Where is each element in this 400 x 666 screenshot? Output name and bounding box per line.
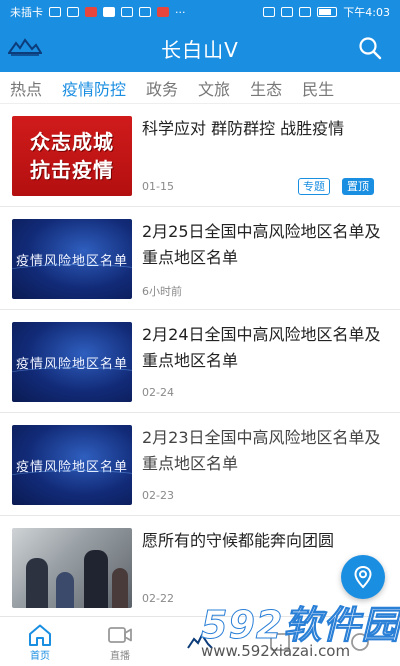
tab-hot[interactable]: 热点 bbox=[0, 76, 52, 100]
status-time: 下午4:03 bbox=[343, 6, 390, 19]
news-item[interactable]: 疫情风险地区名单 2月25日全国中高风险地区名单及重点地区名单 6小时前 bbox=[0, 207, 400, 310]
article-date: 02-23 bbox=[142, 489, 174, 502]
app-header: 长白山V bbox=[0, 24, 400, 72]
carrier-label: 未插卡 bbox=[10, 6, 43, 19]
battery-icon bbox=[317, 7, 338, 17]
vibrate-icon bbox=[299, 7, 312, 17]
thumbnail-text: 疫情风险地区名单 bbox=[15, 459, 128, 475]
nav-item-4[interactable] bbox=[240, 617, 320, 666]
news-item[interactable]: 疫情风险地区名单 2月23日全国中高风险地区名单及重点地区名单 02-23 bbox=[0, 413, 400, 516]
nav-live-label: 直播 bbox=[110, 650, 130, 662]
bluetooth-icon bbox=[281, 7, 294, 17]
thumbnail-text: 疫情风险地区名单 bbox=[15, 253, 128, 269]
video-camera-icon bbox=[108, 626, 132, 643]
nav-center-logo[interactable] bbox=[160, 617, 240, 666]
nav-item-5[interactable] bbox=[320, 617, 400, 666]
app-notification-icon bbox=[85, 7, 97, 17]
wechat-icon bbox=[121, 7, 133, 17]
message-icon bbox=[103, 7, 115, 17]
tab-ecology[interactable]: 生态 bbox=[240, 76, 292, 100]
search-icon[interactable] bbox=[358, 36, 382, 60]
image-icon bbox=[139, 7, 151, 17]
thumbnail-text: 疫情风险地区名单 bbox=[15, 356, 128, 372]
calendar-icon bbox=[157, 7, 169, 17]
pinned-badge: 置顶 bbox=[342, 178, 374, 195]
nav-live[interactable]: 直播 bbox=[80, 617, 160, 666]
news-list: 众志成城 抗击疫情 科学应对 群防群控 战胜疫情 01-15 专题 置顶 疫情风… bbox=[0, 104, 400, 616]
bottom-navigation: 首页 直播 bbox=[0, 616, 400, 666]
article-title: 科学应对 群防群控 战胜疫情 bbox=[142, 119, 345, 138]
article-title: 2月25日全国中高风险地区名单及重点地区名单 bbox=[142, 222, 381, 267]
article-thumbnail: 疫情风险地区名单 bbox=[12, 219, 132, 299]
thumbnail-text: 抗击疫情 bbox=[30, 158, 114, 182]
news-item[interactable]: 疫情风险地区名单 2月24日全国中高风险地区名单及重点地区名单 02-24 bbox=[0, 310, 400, 413]
nav-home-label: 首页 bbox=[30, 650, 50, 662]
nav-icon bbox=[351, 633, 369, 651]
wifi-icon bbox=[67, 7, 79, 17]
mountain-logo-icon bbox=[8, 38, 42, 56]
sim-icon bbox=[49, 7, 61, 17]
nav-home[interactable]: 首页 bbox=[0, 617, 80, 666]
nfc-icon bbox=[263, 7, 276, 17]
tab-government[interactable]: 政务 bbox=[136, 76, 188, 100]
article-title: 2月24日全国中高风险地区名单及重点地区名单 bbox=[142, 325, 381, 370]
mountain-logo-icon bbox=[187, 633, 213, 649]
article-title: 2月23日全国中高风险地区名单及重点地区名单 bbox=[142, 428, 381, 473]
nav-icon bbox=[270, 633, 290, 651]
category-tabs: 热点 疫情防控 政务 文旅 生态 民生 bbox=[0, 72, 400, 104]
status-bar: 未插卡 ··· 下午4:03 bbox=[0, 0, 400, 24]
tab-livelihood[interactable]: 民生 bbox=[292, 76, 344, 100]
more-notifications-icon: ··· bbox=[175, 5, 186, 19]
app-title: 长白山V bbox=[161, 37, 239, 62]
tab-culture-tourism[interactable]: 文旅 bbox=[188, 76, 240, 100]
topic-badge: 专题 bbox=[298, 178, 330, 195]
news-item[interactable]: 众志成城 抗击疫情 科学应对 群防群控 战胜疫情 01-15 专题 置顶 bbox=[0, 104, 400, 207]
article-date: 6小时前 bbox=[142, 285, 182, 298]
article-thumbnail: 疫情风险地区名单 bbox=[12, 322, 132, 402]
tab-epidemic-control[interactable]: 疫情防控 bbox=[52, 76, 136, 100]
article-date: 01-15 bbox=[142, 180, 174, 193]
home-icon bbox=[29, 624, 51, 646]
location-button[interactable] bbox=[341, 555, 385, 599]
article-thumbnail: 疫情风险地区名单 bbox=[12, 425, 132, 505]
location-pin-icon bbox=[354, 565, 372, 589]
article-date: 02-24 bbox=[142, 386, 174, 399]
news-item[interactable]: 愿所有的守候都能奔向团圆 02-22 bbox=[0, 516, 400, 616]
article-photo bbox=[12, 528, 132, 608]
article-date: 02-22 bbox=[142, 592, 174, 605]
article-title: 愿所有的守候都能奔向团圆 bbox=[142, 531, 335, 550]
article-thumbnail: 众志成城 抗击疫情 bbox=[12, 116, 132, 196]
thumbnail-text: 众志成城 bbox=[30, 130, 114, 154]
